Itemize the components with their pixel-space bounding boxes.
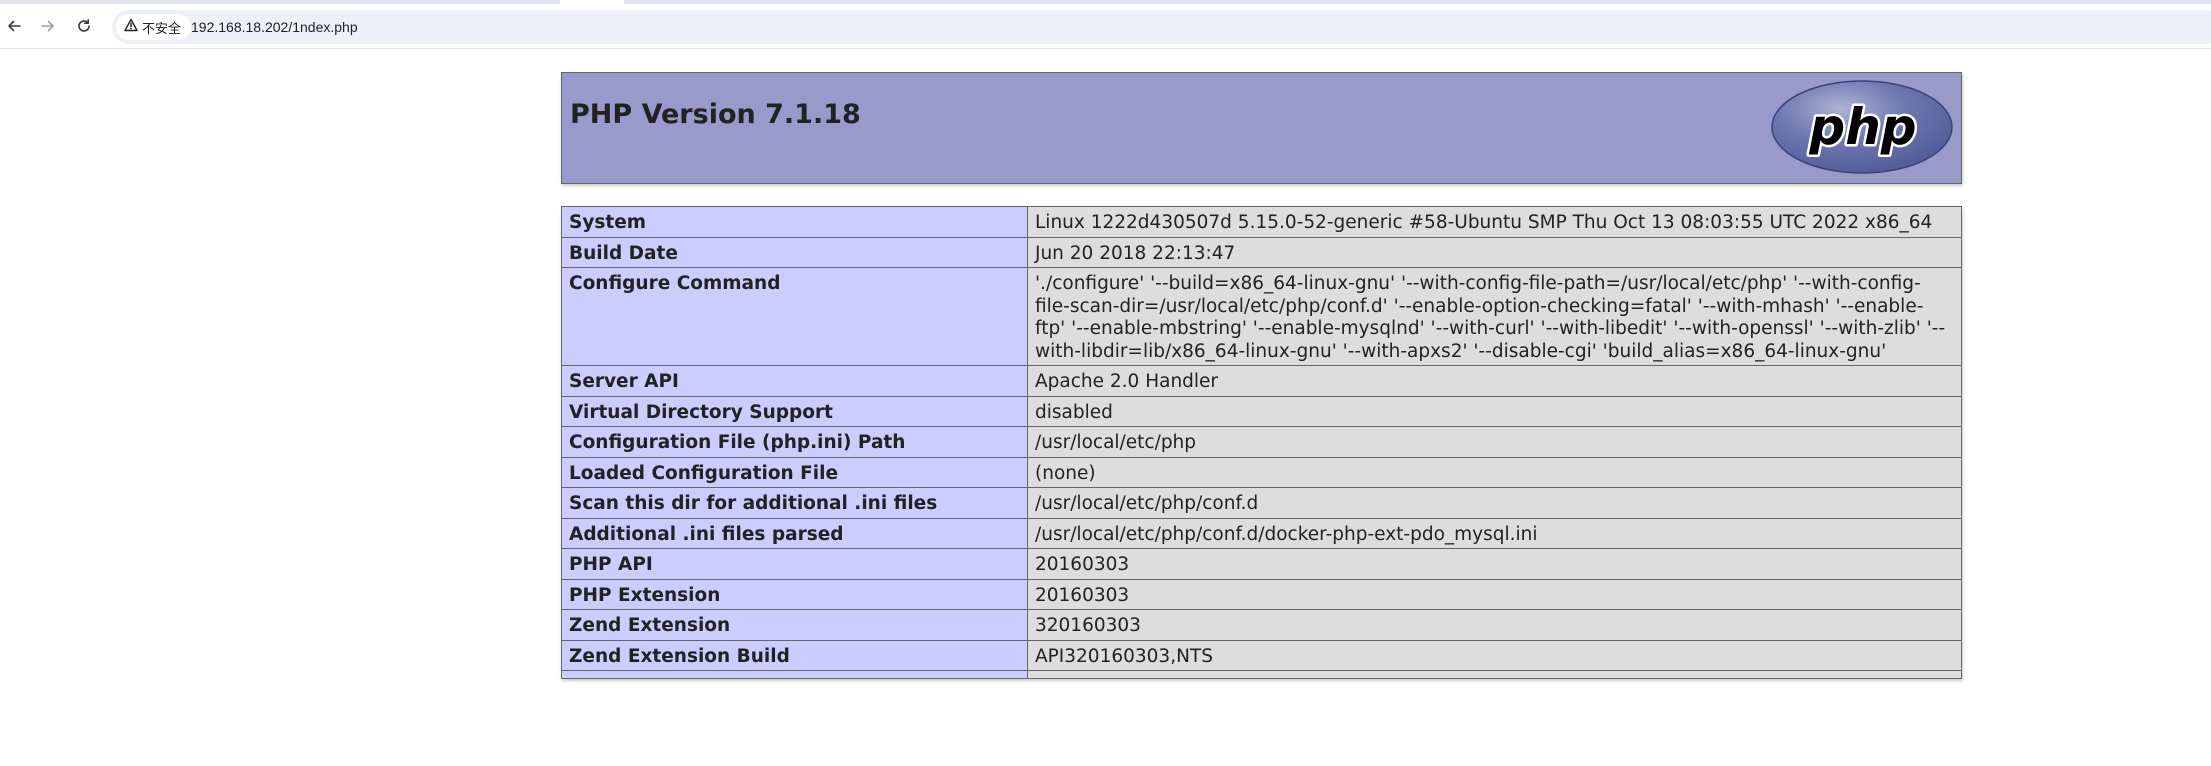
setting-name xyxy=(561,670,1028,679)
setting-name: System xyxy=(561,206,1028,238)
setting-name: Virtual Directory Support xyxy=(561,395,1028,427)
table-row: PHP Extension 20160303 xyxy=(561,578,1962,610)
setting-value: /usr/local/etc/php/conf.d xyxy=(1027,487,1962,519)
security-indicator[interactable]: 不安全 xyxy=(116,14,192,40)
setting-value: /usr/local/etc/php/conf.d/docker-php-ext… xyxy=(1027,517,1962,549)
back-arrow-icon xyxy=(6,18,22,34)
phpinfo-container: PHP Version 7.1.18 php php System Linux 1… xyxy=(561,72,1962,679)
table-row: Zend Extension 320160303 xyxy=(561,609,1962,641)
browser-toolbar: 不安全 192.168.18.202/1ndex.php xyxy=(0,4,2211,49)
reload-button[interactable] xyxy=(70,12,98,40)
setting-value xyxy=(1027,670,1962,679)
setting-value: Linux 1222d430507d 5.15.0-52-generic #58… xyxy=(1027,206,1962,238)
php-logo-link[interactable]: php php xyxy=(1770,79,1954,179)
php-info-table: System Linux 1222d430507d 5.15.0-52-gener… xyxy=(561,206,1962,679)
table-row: Server API Apache 2.0 Handler xyxy=(561,365,1962,397)
table-row: Additional .ini files parsed/usr/local/e… xyxy=(561,517,1962,549)
setting-name: PHP Extension xyxy=(561,578,1028,610)
setting-name: Build Date xyxy=(561,236,1028,268)
forward-button[interactable] xyxy=(34,12,62,40)
table-row: Zend Extension Build API320160303,NTS xyxy=(561,639,1962,671)
forward-arrow-icon xyxy=(40,18,56,34)
setting-name: Zend Extension xyxy=(561,609,1028,641)
setting-value: Jun 20 2018 22:13:47 xyxy=(1027,236,1962,268)
security-label: 不安全 xyxy=(142,21,182,37)
setting-name: Scan this dir for additional .ini files xyxy=(561,487,1028,519)
table-row: System Linux 1222d430507d 5.15.0-52-gener… xyxy=(561,206,1962,238)
setting-name: Zend Extension Build xyxy=(561,639,1028,671)
table-row: Virtual Directory Support disabled xyxy=(561,395,1962,427)
php-logo-text: php xyxy=(1808,98,1916,156)
table-row: Configuration File (php.ini) Path/usr/lo… xyxy=(561,426,1962,458)
setting-name: PHP API xyxy=(561,548,1028,580)
setting-value: 20160303 xyxy=(1027,548,1962,580)
table-row: Scan this dir for additional .ini files /… xyxy=(561,487,1962,519)
setting-name: Loaded Configuration File xyxy=(561,456,1028,488)
page-title: PHP Version 7.1.18 xyxy=(570,99,861,130)
warning-triangle-icon xyxy=(124,18,138,36)
table-row: Build Date Jun 20 2018 22:13:47 xyxy=(561,236,1962,268)
setting-name: Server API xyxy=(561,365,1028,397)
setting-name: Configure Command xyxy=(561,267,1028,366)
table-row: PHP API 20160303 xyxy=(561,548,1962,580)
setting-name: Configuration File (php.ini) Path xyxy=(561,426,1028,458)
reload-icon xyxy=(76,18,92,34)
setting-value: /usr/local/etc/php xyxy=(1027,426,1962,458)
setting-value: API320160303,NTS xyxy=(1027,639,1962,671)
php-logo-icon: php php xyxy=(1771,80,1953,174)
setting-value: 20160303 xyxy=(1027,578,1962,610)
setting-value: (none) xyxy=(1027,456,1962,488)
setting-value: './configure' '--build=x86_64-linux-gnu'… xyxy=(1027,267,1962,366)
address-bar[interactable]: 不安全 192.168.18.202/1ndex.php xyxy=(112,10,2211,44)
setting-value: Apache 2.0 Handler xyxy=(1027,365,1962,397)
url-text[interactable]: 192.168.18.202/1ndex.php xyxy=(191,10,358,44)
back-button[interactable] xyxy=(0,12,28,40)
table-row xyxy=(561,670,1962,679)
setting-name: Additional .ini files parsed xyxy=(561,517,1028,549)
php-version-header: PHP Version 7.1.18 php php xyxy=(561,72,1962,184)
setting-value: disabled xyxy=(1027,395,1962,427)
setting-value: 320160303 xyxy=(1027,609,1962,641)
table-row: Loaded Configuration File (none) xyxy=(561,456,1962,488)
table-row: Configure Command './configure' '--build=… xyxy=(561,267,1962,366)
